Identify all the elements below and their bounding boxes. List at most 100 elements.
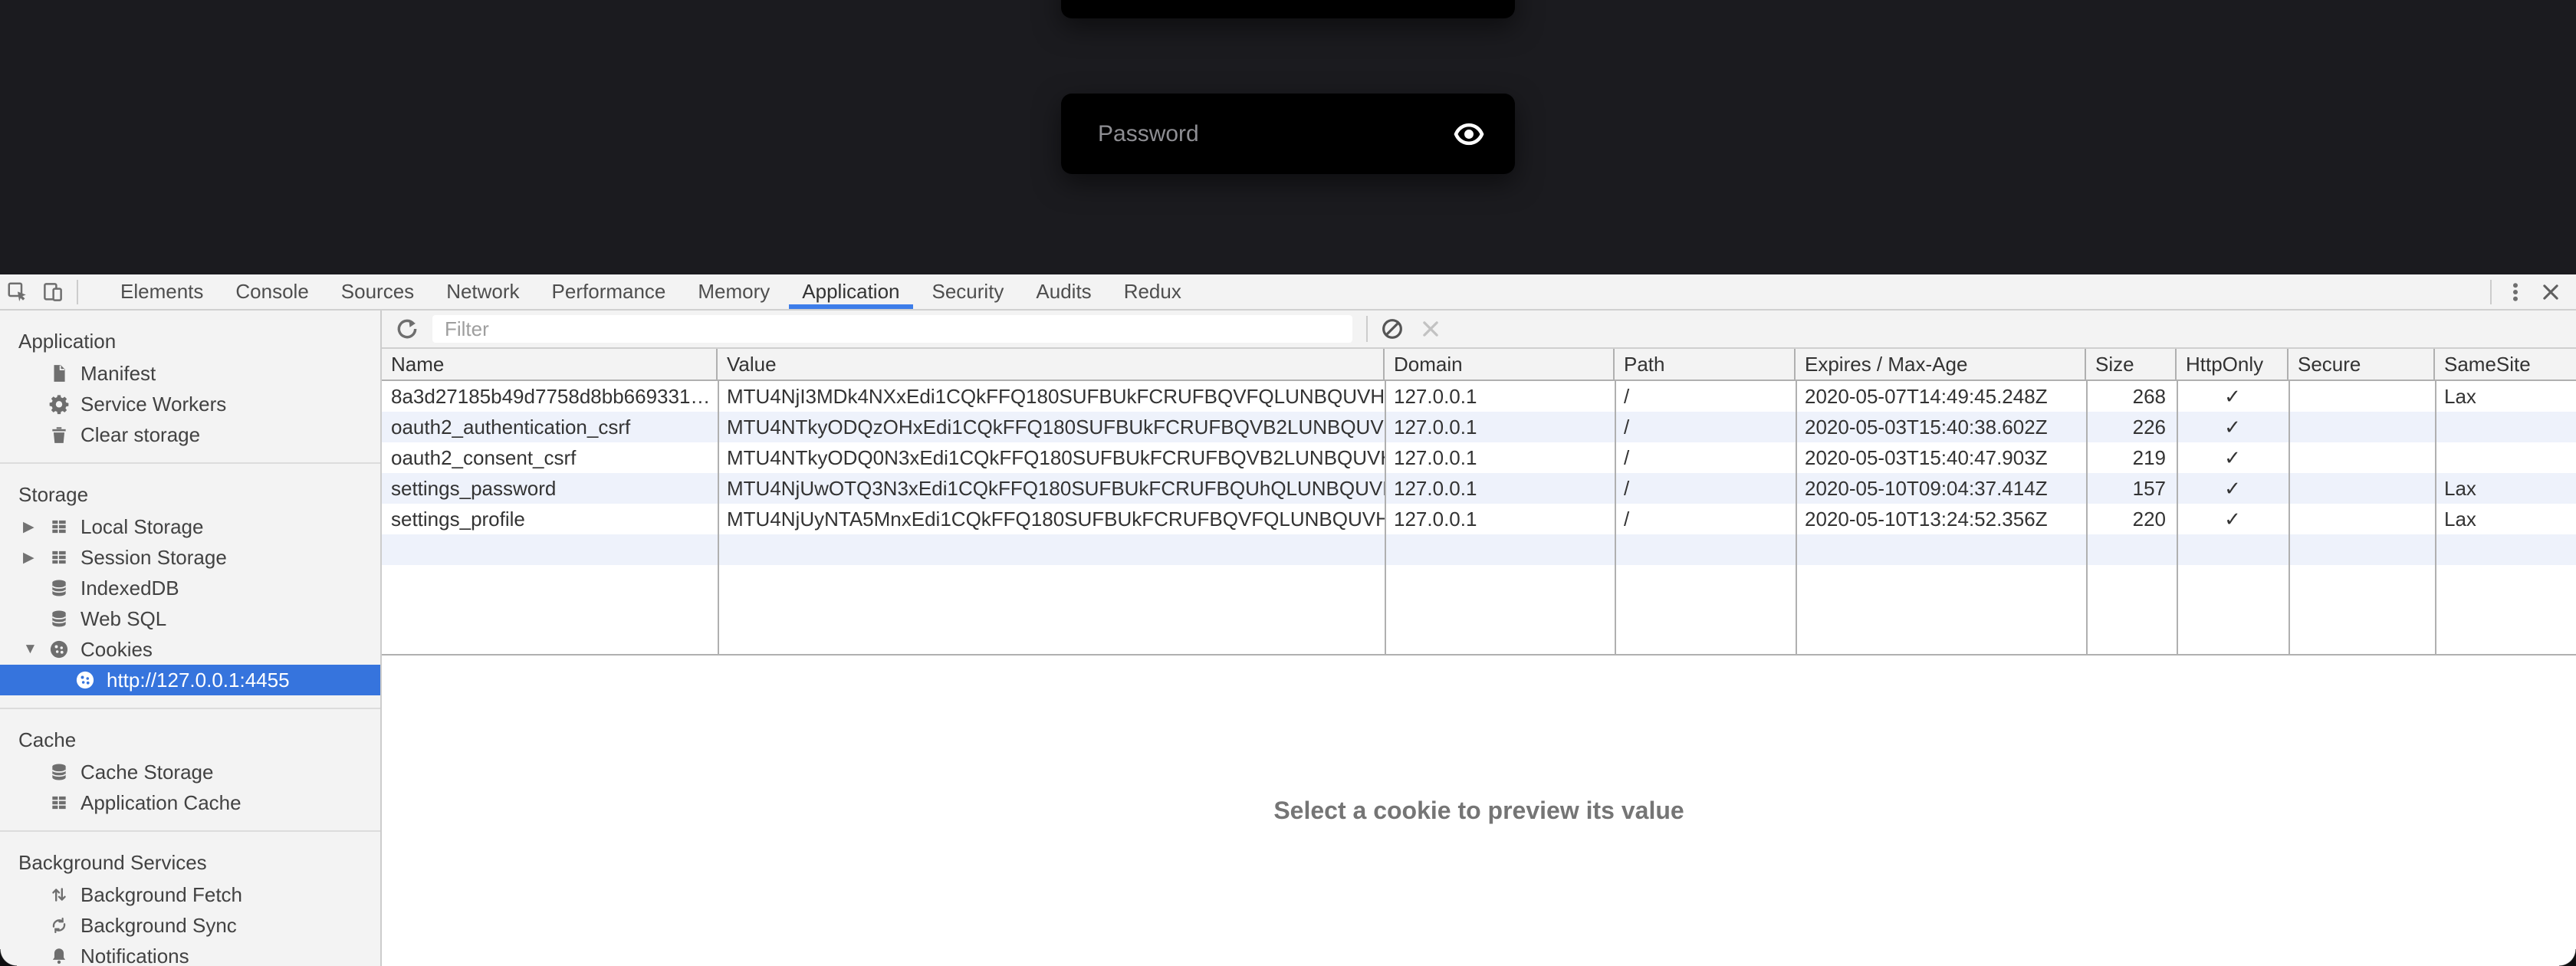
cell-value[interactable]: MTU4NjUyNTA5MnxEdi1CQkFFQ180SUFBUkFCRUFB… xyxy=(718,504,1385,534)
sidebar-item-session-storage[interactable]: ▶ Session Storage xyxy=(0,542,380,573)
column-divider[interactable] xyxy=(1796,381,1797,654)
chevron-right-icon[interactable]: ▶ xyxy=(23,549,48,567)
cell-httponly[interactable]: ✓ xyxy=(2177,412,2288,442)
cookie-row[interactable]: oauth2_consent_csrf MTU4NTkyODQ0N3xEdi1C… xyxy=(382,442,2576,473)
cell-path[interactable]: / xyxy=(1615,473,1796,504)
cell-path[interactable]: / xyxy=(1615,504,1796,534)
column-header-secure[interactable]: Secure xyxy=(2288,349,2435,380)
cell-samesite[interactable] xyxy=(2435,442,2576,473)
cell-domain[interactable]: 127.0.0.1 xyxy=(1385,412,1615,442)
sidebar-item-web-sql[interactable]: Web SQL xyxy=(0,603,380,634)
column-divider[interactable] xyxy=(718,381,719,654)
cell-httponly[interactable]: ✓ xyxy=(2177,442,2288,473)
column-header-value[interactable]: Value xyxy=(718,349,1385,380)
cell-domain[interactable]: 127.0.0.1 xyxy=(1385,473,1615,504)
cell-expires[interactable]: 2020-05-07T14:49:45.248Z xyxy=(1796,381,2086,412)
cell-size[interactable]: 219 xyxy=(2086,442,2177,473)
sidebar-item-application-cache[interactable]: Application Cache xyxy=(0,787,380,818)
cell-domain[interactable]: 127.0.0.1 xyxy=(1385,442,1615,473)
cell-name[interactable]: oauth2_consent_csrf xyxy=(382,442,718,473)
clear-all-cookies-button[interactable] xyxy=(1378,315,1406,343)
cell-secure[interactable] xyxy=(2288,381,2435,412)
column-divider[interactable] xyxy=(2288,381,2290,654)
cookie-row[interactable]: 8a3d27185b49d7758d8bb669331… MTU4NjI3MDk… xyxy=(382,381,2576,412)
cookie-row[interactable]: settings_password MTU4NjUwOTQ3N3xEdi1CQk… xyxy=(382,473,2576,504)
cookie-row-empty[interactable] xyxy=(382,534,2576,565)
cell-size[interactable]: 220 xyxy=(2086,504,2177,534)
sidebar-item-cookies[interactable]: ▼ Cookies xyxy=(0,634,380,665)
inspect-element-button[interactable] xyxy=(0,277,35,307)
tab-audits[interactable]: Audits xyxy=(1020,274,1107,309)
tab-console[interactable]: Console xyxy=(219,274,324,309)
tab-performance[interactable]: Performance xyxy=(536,274,682,309)
cell-expires[interactable]: 2020-05-10T13:24:52.356Z xyxy=(1796,504,2086,534)
sidebar-item-notifications[interactable]: Notifications xyxy=(0,941,380,966)
column-header-name[interactable]: Name xyxy=(382,349,718,380)
sidebar-item-local-storage[interactable]: ▶ Local Storage xyxy=(0,511,380,542)
sidebar-item-indexeddb[interactable]: IndexedDB xyxy=(0,573,380,603)
sidebar-item-background-fetch[interactable]: Background Fetch xyxy=(0,879,380,910)
column-divider[interactable] xyxy=(1385,381,1386,654)
sidebar-item-cache-storage[interactable]: Cache Storage xyxy=(0,757,380,787)
cell-name[interactable]: settings_profile xyxy=(382,504,718,534)
refresh-button[interactable] xyxy=(394,316,420,342)
column-divider[interactable] xyxy=(2086,381,2088,654)
column-header-expires[interactable]: Expires / Max-Age xyxy=(1796,349,2086,380)
cell-secure[interactable] xyxy=(2288,504,2435,534)
tab-security[interactable]: Security xyxy=(916,274,1020,309)
cell-value[interactable]: MTU4NTkyODQ0N3xEdi1CQkFFQ180SUFBUkFCRUFB… xyxy=(718,442,1385,473)
cell-path[interactable]: / xyxy=(1615,412,1796,442)
tab-application[interactable]: Application xyxy=(786,274,915,309)
cell-secure[interactable] xyxy=(2288,412,2435,442)
devtools-menu-button[interactable] xyxy=(2498,277,2533,307)
cell-expires[interactable]: 2020-05-10T09:04:37.414Z xyxy=(1796,473,2086,504)
filter-input[interactable] xyxy=(432,315,1352,343)
sidebar-item-manifest[interactable]: Manifest xyxy=(0,358,380,389)
column-divider[interactable] xyxy=(1615,381,1616,654)
column-header-path[interactable]: Path xyxy=(1615,349,1796,380)
sidebar-item-background-sync[interactable]: Background Sync xyxy=(0,910,380,941)
cell-value[interactable]: MTU4NjUwOTQ3N3xEdi1CQkFFQ180SUFBUkFCRUFB… xyxy=(718,473,1385,504)
cell-samesite[interactable]: Lax xyxy=(2435,381,2576,412)
chevron-down-icon[interactable]: ▼ xyxy=(23,641,48,658)
cell-secure[interactable] xyxy=(2288,473,2435,504)
cell-value[interactable]: MTU4NTkyODQzOHxEdi1CQkFFQ180SUFBUkFCRUFB… xyxy=(718,412,1385,442)
tab-sources[interactable]: Sources xyxy=(325,274,430,309)
column-header-samesite[interactable]: SameSite xyxy=(2435,349,2576,380)
cell-samesite[interactable]: Lax xyxy=(2435,504,2576,534)
tab-network[interactable]: Network xyxy=(430,274,535,309)
cell-httponly[interactable]: ✓ xyxy=(2177,473,2288,504)
cell-expires[interactable]: 2020-05-03T15:40:38.602Z xyxy=(1796,412,2086,442)
cookie-row[interactable]: settings_profile MTU4NjUyNTA5MnxEdi1CQkF… xyxy=(382,504,2576,534)
cell-size[interactable]: 157 xyxy=(2086,473,2177,504)
sidebar-item-clear-storage[interactable]: Clear storage xyxy=(0,419,380,450)
tab-redux[interactable]: Redux xyxy=(1108,274,1198,309)
cell-name[interactable]: settings_password xyxy=(382,473,718,504)
cell-path[interactable]: / xyxy=(1615,381,1796,412)
password-field[interactable] xyxy=(1061,121,1452,147)
cell-httponly[interactable]: ✓ xyxy=(2177,504,2288,534)
tab-memory[interactable]: Memory xyxy=(682,274,786,309)
cookie-row[interactable]: oauth2_authentication_csrf MTU4NTkyODQzO… xyxy=(382,412,2576,442)
cell-samesite[interactable]: Lax xyxy=(2435,473,2576,504)
email-field[interactable] xyxy=(1061,0,1515,18)
cell-size[interactable]: 268 xyxy=(2086,381,2177,412)
cell-value[interactable]: MTU4NjI3MDk4NXxEdi1CQkFFQ180SUFBUkFCRUFB… xyxy=(718,381,1385,412)
column-divider[interactable] xyxy=(2435,381,2436,654)
cell-size[interactable]: 226 xyxy=(2086,412,2177,442)
column-header-size[interactable]: Size xyxy=(2086,349,2177,380)
cell-domain[interactable]: 127.0.0.1 xyxy=(1385,381,1615,412)
cell-domain[interactable]: 127.0.0.1 xyxy=(1385,504,1615,534)
cell-httponly[interactable]: ✓ xyxy=(2177,381,2288,412)
sidebar-item-service-workers[interactable]: Service Workers xyxy=(0,389,380,419)
column-divider[interactable] xyxy=(2177,381,2178,654)
cell-name[interactable]: 8a3d27185b49d7758d8bb669331… xyxy=(382,381,718,412)
delete-selected-button[interactable] xyxy=(1417,315,1444,343)
chevron-right-icon[interactable]: ▶ xyxy=(23,518,48,536)
column-header-httponly[interactable]: HttpOnly xyxy=(2177,349,2288,380)
devtools-close-button[interactable] xyxy=(2533,277,2568,307)
cell-samesite[interactable] xyxy=(2435,412,2576,442)
sidebar-item-cookie-origin[interactable]: http://127.0.0.1:4455 xyxy=(0,665,380,695)
cell-expires[interactable]: 2020-05-03T15:40:47.903Z xyxy=(1796,442,2086,473)
cell-path[interactable]: / xyxy=(1615,442,1796,473)
